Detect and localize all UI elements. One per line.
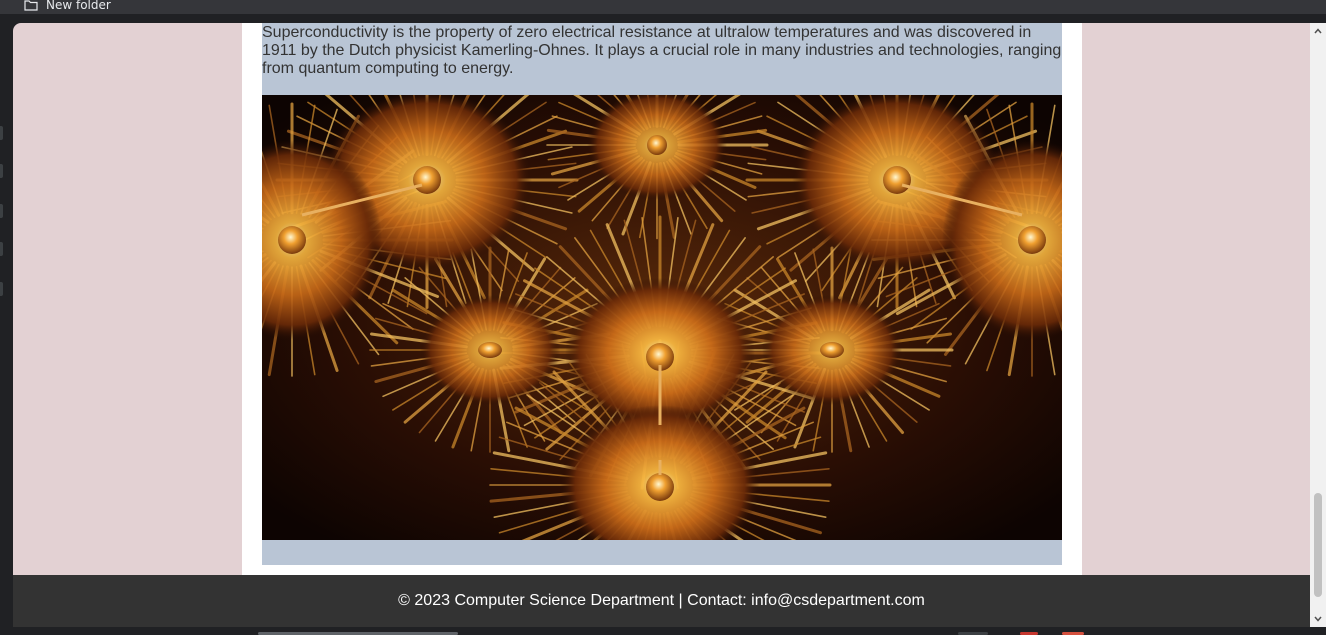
scroll-up-arrow-icon[interactable]: [1310, 23, 1326, 39]
taskbar-strip: [0, 627, 1326, 635]
side-tab-marker: [0, 164, 3, 178]
browser-side-edge: [0, 14, 13, 634]
bookmarks-bar: New folder: [0, 0, 1326, 14]
side-tab-marker: [0, 242, 3, 256]
vertical-scrollbar[interactable]: [1310, 23, 1326, 627]
bookmark-label: New folder: [46, 0, 111, 12]
fractal-image: [262, 95, 1062, 540]
side-tab-marker: [0, 282, 3, 296]
page-viewport: Superconductivity is the property of zer…: [13, 23, 1310, 627]
folder-icon: [24, 0, 38, 11]
article-section: Superconductivity is the property of zer…: [262, 23, 1062, 565]
scroll-down-arrow-icon[interactable]: [1310, 611, 1326, 627]
content-panel: Superconductivity is the property of zer…: [242, 23, 1082, 575]
page-footer: © 2023 Computer Science Department | Con…: [13, 575, 1310, 627]
side-tab-marker: [0, 126, 3, 140]
bookmark-new-folder[interactable]: New folder: [24, 0, 111, 14]
scroll-thumb[interactable]: [1314, 493, 1322, 597]
side-tab-marker: [0, 204, 3, 218]
article-paragraph: Superconductivity is the property of zer…: [262, 24, 1062, 77]
footer-text: © 2023 Computer Science Department | Con…: [398, 592, 925, 609]
